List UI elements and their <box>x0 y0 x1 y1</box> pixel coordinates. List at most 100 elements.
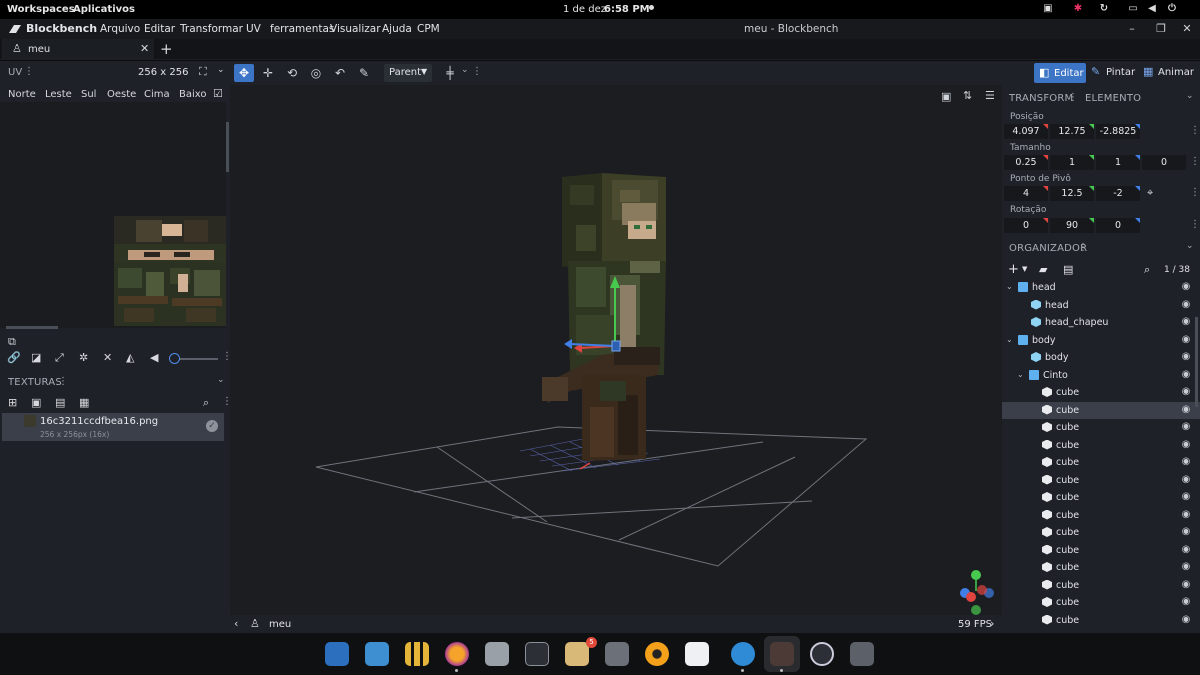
outliner-cube-row[interactable]: cube ◉ <box>1002 577 1200 594</box>
settings-icon[interactable] <box>605 642 629 666</box>
checklist-icon[interactable]: ☑ <box>213 87 223 100</box>
link-icon[interactable]: 🔗 <box>7 351 21 364</box>
outliner-cube-row[interactable]: cube ◉ <box>1002 437 1200 454</box>
pivot-z-input[interactable]: -2 <box>1096 186 1140 201</box>
rotate-tool-icon[interactable]: ⟲ <box>282 64 302 82</box>
opacity-slider-handle[interactable] <box>169 353 180 364</box>
visibility-eye-icon[interactable]: ◉ <box>1180 369 1192 381</box>
chevron-right-icon[interactable]: › <box>990 617 994 630</box>
visibility-eye-icon[interactable]: ◉ <box>1180 421 1192 433</box>
search-icon[interactable]: ⌕ <box>203 396 209 410</box>
update-indicator-icon[interactable]: ↻ <box>1098 3 1110 15</box>
rotation-x-input[interactable]: 0 <box>1004 218 1048 233</box>
volume-icon[interactable]: ◀ <box>1146 3 1158 15</box>
minimize-icon[interactable]: – <box>1125 22 1139 36</box>
parent-select[interactable]: Parent ▼ <box>384 64 432 82</box>
visibility-eye-icon[interactable]: ◉ <box>1180 316 1192 328</box>
3d-viewport[interactable]: ▣ ⇅ ☰ ‹ ♙ meu 59 FPS › <box>230 85 1002 633</box>
clock-date[interactable]: 1 de dez <box>563 4 606 15</box>
texture-folder-icon[interactable]: ▤ <box>55 396 65 409</box>
element-tab[interactable]: ELEMENTO <box>1085 93 1141 104</box>
maximize-uv-icon[interactable]: ⤢ <box>55 351 64 365</box>
pivot-y-input[interactable]: 12.5 <box>1050 186 1094 201</box>
visibility-eye-icon[interactable]: ◉ <box>1180 386 1192 398</box>
menu-transformar[interactable]: Transformar <box>180 23 243 35</box>
import-texture-icon[interactable]: ⊞ <box>8 396 17 409</box>
files-icon[interactable] <box>485 642 509 666</box>
outliner-cube-row[interactable]: cube ◉ <box>1002 542 1200 559</box>
clock-time[interactable]: 6:58 PM <box>604 4 650 15</box>
outliner-scrollbar[interactable] <box>1195 317 1198 407</box>
menu-visualizar[interactable]: Visualizar <box>330 23 381 35</box>
texture-applied-check-icon[interactable]: ✓ <box>206 420 218 432</box>
outliner-cube-row[interactable]: cube ◉ <box>1002 559 1200 576</box>
texture-grid-icon[interactable]: ▦ <box>79 396 89 409</box>
outliner-group-row[interactable]: ⌄ Cinto ◉ <box>1002 367 1200 384</box>
transform-menu-icon[interactable]: ⋮ <box>1068 92 1078 103</box>
animate-film-icon[interactable]: ▦ <box>1143 65 1153 78</box>
menu-ajuda[interactable]: Ajuda <box>382 23 412 35</box>
screenshot-icon[interactable]: ▣ <box>941 90 951 103</box>
visibility-eye-icon[interactable]: ◉ <box>1180 281 1192 293</box>
firefox-icon[interactable] <box>445 642 469 666</box>
outliner-collapse-icon[interactable]: ⌄ <box>1186 241 1194 251</box>
visibility-eye-icon[interactable]: ◉ <box>1180 474 1192 486</box>
tab-meu[interactable]: ♙ meu ✕ <box>2 39 154 60</box>
vscode-icon[interactable] <box>685 642 709 666</box>
menu-uv[interactable]: UV <box>246 23 261 35</box>
visibility-eye-icon[interactable]: ◉ <box>1180 526 1192 538</box>
pivot-more-icon[interactable]: ⋮ <box>1190 187 1200 198</box>
outliner-cube-row[interactable]: cube ◉ <box>1002 419 1200 436</box>
viewport-menu-icon[interactable]: ☰ <box>985 89 995 102</box>
power-icon[interactable]: ⏻ <box>1166 3 1178 15</box>
menu-arquivo[interactable]: Arquivo <box>100 23 140 35</box>
textures-collapse-icon[interactable]: ⌄ <box>217 375 225 385</box>
terminal-icon[interactable] <box>525 642 549 666</box>
chevron-left-icon[interactable]: ‹ <box>234 617 238 630</box>
position-y-input[interactable]: 12.75 <box>1050 124 1094 139</box>
outliner-cube-row[interactable]: cube ◉ <box>1002 489 1200 506</box>
outliner-cube-row[interactable]: head ◉ <box>1002 297 1200 314</box>
expand-arrow-icon[interactable]: ⌄ <box>1006 282 1013 291</box>
view-sort-icon[interactable]: ⇅ <box>963 89 972 102</box>
position-z-input[interactable]: -2.8825 <box>1096 124 1140 139</box>
texture-list-item[interactable]: 16c3211ccdfbea16.png 256 x 256px (16x) ✓ <box>2 413 224 441</box>
transform-space-icon[interactable]: ╪ <box>440 64 460 82</box>
uv-scrollbar[interactable] <box>226 122 229 172</box>
camera-icon[interactable] <box>850 642 874 666</box>
blockbench-icon[interactable] <box>770 642 794 666</box>
outliner-cube-row[interactable]: body ◉ <box>1002 349 1200 366</box>
transform-collapse-icon[interactable]: ⌄ <box>1186 91 1194 101</box>
proton-vpn-icon[interactable] <box>731 642 755 666</box>
window-switcher-icon[interactable]: ▣ <box>1042 3 1054 15</box>
add-element-icon[interactable]: + <box>1008 262 1019 277</box>
visibility-eye-icon[interactable]: ◉ <box>1180 614 1192 626</box>
visibility-eye-icon[interactable]: ◉ <box>1180 596 1192 608</box>
rotation-z-input[interactable]: 0 <box>1096 218 1140 233</box>
applications-button[interactable]: Aplicativos <box>73 4 135 15</box>
size-y-input[interactable]: 1 <box>1050 155 1094 170</box>
center-pivot-icon[interactable]: ⌖ <box>1147 186 1153 200</box>
app-indicator-icon[interactable]: ✱ <box>1072 3 1084 15</box>
mode-edit-button[interactable]: ◧ Editar <box>1034 63 1086 83</box>
pivot-x-input[interactable]: 4 <box>1004 186 1048 201</box>
rhythmbox-icon[interactable] <box>645 642 669 666</box>
archive-manager-icon[interactable] <box>565 642 589 666</box>
uv-dropdown-icon[interactable]: ⌄ <box>217 65 225 75</box>
face-tab-norte[interactable]: Norte <box>8 89 36 100</box>
clear-icon[interactable]: ✕ <box>103 351 112 364</box>
rotate-uv-icon[interactable]: ◀ <box>150 351 158 364</box>
add-dropdown-icon[interactable]: ▼ <box>1022 265 1027 273</box>
mode-animate-button[interactable]: Animar <box>1158 67 1194 78</box>
outliner-cube-row[interactable]: cube ◉ <box>1002 401 1200 419</box>
move-pivot-tool-icon[interactable]: ✥ <box>234 64 254 82</box>
outliner-cube-row[interactable]: cube ◉ <box>1002 454 1200 471</box>
visibility-eye-icon[interactable]: ◉ <box>1180 351 1192 363</box>
visibility-eye-icon[interactable]: ◉ <box>1180 579 1192 591</box>
close-tab-icon[interactable]: ✕ <box>140 42 149 55</box>
face-tab-baixo[interactable]: Baixo <box>179 89 207 100</box>
menu-editar[interactable]: Editar <box>144 23 175 35</box>
outliner-group-row[interactable]: ⌄ head ◉ <box>1002 279 1200 296</box>
textures-menu-icon[interactable]: ⋮ <box>58 376 68 387</box>
transform-tab[interactable]: TRANSFORM <box>1009 93 1073 104</box>
